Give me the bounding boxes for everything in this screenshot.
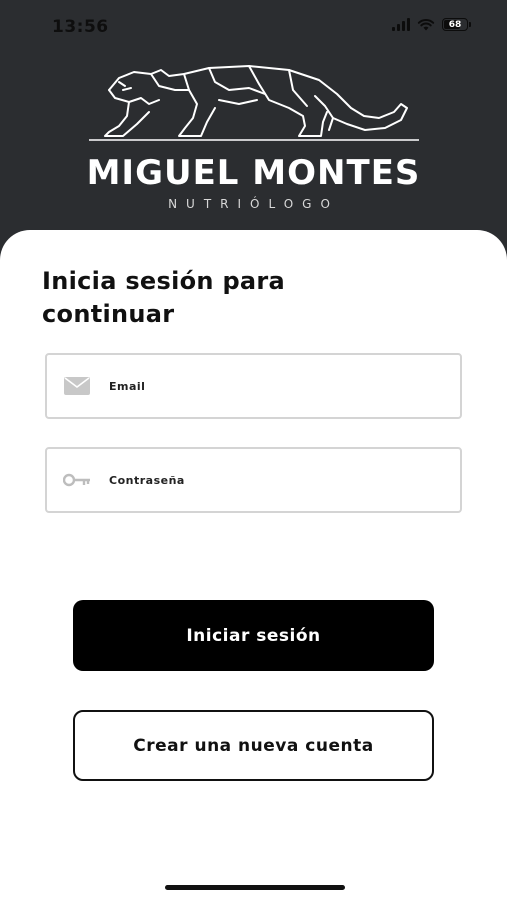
envelope-icon: [63, 377, 91, 395]
password-input[interactable]: [107, 472, 411, 488]
battery-level: 68: [448, 19, 462, 30]
login-headline: Inicia sesión para continuar: [42, 267, 286, 328]
key-icon: [63, 473, 91, 487]
status-time: 13:56: [52, 17, 109, 37]
battery-icon: 68: [442, 18, 471, 31]
login-card: Inicia sesión para continuar Iniciar ses…: [0, 230, 507, 900]
brand-logo: MIGUEL MONTES NUTRIÓLOGO: [0, 60, 507, 211]
home-indicator[interactable]: [165, 885, 345, 890]
login-button[interactable]: Iniciar sesión: [73, 600, 434, 671]
email-input[interactable]: [107, 378, 411, 394]
status-icons: 68: [392, 18, 471, 31]
cellular-signal-icon: [392, 18, 410, 31]
panther-logo: [88, 65, 419, 141]
brand-name: MIGUEL MONTES: [86, 153, 421, 193]
header-background: 13:56 68 MIGUEL MONTES NUTRIÓLOGO: [0, 0, 507, 260]
email-field[interactable]: [45, 353, 462, 419]
brand-tagline: NUTRIÓLOGO: [168, 197, 339, 211]
wifi-icon: [417, 18, 435, 31]
password-field[interactable]: [45, 447, 462, 513]
create-account-button[interactable]: Crear una nueva cuenta: [73, 710, 434, 781]
